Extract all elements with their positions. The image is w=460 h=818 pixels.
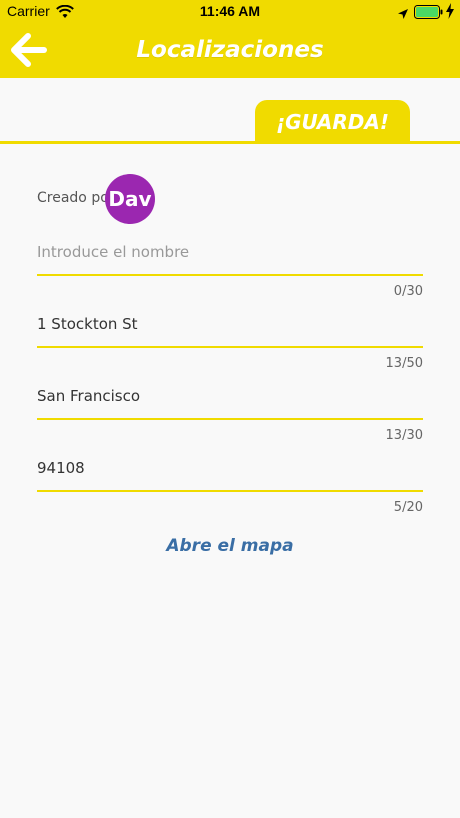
city-counter: 13/30 <box>385 428 423 443</box>
status-bar: Carrier 11:46 AM <box>0 0 460 24</box>
charging-icon <box>446 3 454 23</box>
name-field: 0/30 <box>37 240 423 299</box>
zip-underline <box>37 490 423 492</box>
city-input[interactable] <box>37 384 423 408</box>
page-title: Localizaciones <box>136 37 324 63</box>
zip-field: 5/20 <box>37 456 423 515</box>
street-field: 13/50 <box>37 312 423 371</box>
city-field: 13/30 <box>37 384 423 443</box>
street-underline <box>37 346 423 348</box>
city-underline <box>37 418 423 420</box>
save-button[interactable]: ¡GUARDA! <box>255 100 410 143</box>
clock: 11:46 AM <box>199 3 261 19</box>
open-map-link[interactable]: Abre el mapa <box>0 536 460 556</box>
location-arrow-icon <box>397 5 409 24</box>
battery-icon <box>414 4 444 23</box>
tab-divider <box>0 141 460 144</box>
name-counter: 0/30 <box>393 284 423 299</box>
avatar[interactable]: Dav <box>105 174 155 224</box>
navigation-bar: Localizaciones <box>0 24 460 78</box>
street-input[interactable] <box>37 312 423 336</box>
zip-input[interactable] <box>37 456 423 480</box>
street-counter: 13/50 <box>385 356 423 371</box>
zip-counter: 5/20 <box>393 500 423 515</box>
name-underline <box>37 274 423 276</box>
name-input[interactable] <box>37 240 423 264</box>
